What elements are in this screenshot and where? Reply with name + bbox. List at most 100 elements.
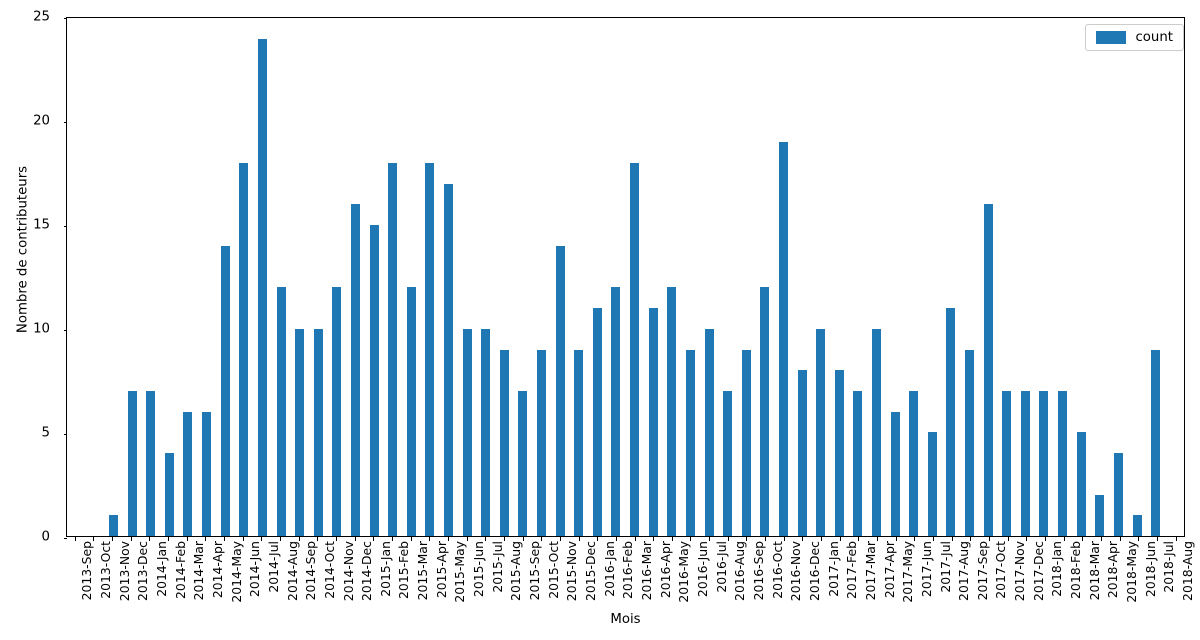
bar-slot bbox=[1146, 18, 1165, 536]
x-label-slot: 2016-Mar bbox=[626, 541, 654, 607]
x-label-slot: 2018-Aug bbox=[1167, 541, 1195, 607]
bar bbox=[648, 308, 658, 536]
bar bbox=[183, 411, 193, 536]
bar bbox=[332, 287, 342, 536]
bar-slot bbox=[1072, 18, 1091, 536]
x-label-slot: 2016-Jun bbox=[682, 541, 710, 607]
x-label-slot: 2016-Nov bbox=[775, 541, 803, 607]
bar-slot bbox=[309, 18, 328, 536]
bar-slot bbox=[811, 18, 830, 536]
x-label-slot: 2017-Oct bbox=[980, 541, 1009, 607]
bar bbox=[574, 349, 584, 536]
bar-slot bbox=[774, 18, 793, 536]
x-label-slot: 2014-Apr bbox=[197, 541, 225, 607]
bar-slot bbox=[718, 18, 737, 536]
x-label-slot: 2017-Aug bbox=[943, 541, 971, 607]
bar bbox=[127, 390, 137, 536]
bar bbox=[778, 142, 788, 536]
bar bbox=[927, 432, 937, 536]
x-label-slot: 2018-Feb bbox=[1055, 541, 1083, 607]
bar-slot bbox=[383, 18, 402, 536]
bar bbox=[965, 349, 975, 536]
bar-slot bbox=[253, 18, 272, 536]
x-label-slot: 2014-Aug bbox=[271, 541, 300, 607]
bar-slot bbox=[141, 18, 160, 536]
bar-slot bbox=[569, 18, 588, 536]
x-label-slot: 2016-Sep bbox=[738, 541, 766, 607]
bar-slot bbox=[1109, 18, 1128, 536]
bar bbox=[797, 370, 807, 536]
x-label-slot: 2017-Dec bbox=[1017, 541, 1046, 607]
y-tick-label: 0 bbox=[41, 529, 50, 545]
x-label-slot: 2013-Oct bbox=[85, 541, 113, 607]
x-label-slot: 2015-Jul bbox=[476, 541, 505, 607]
y-tick-mark bbox=[63, 226, 67, 227]
bar-slot bbox=[1091, 18, 1110, 536]
x-label-slot: 2017-Feb bbox=[831, 541, 859, 607]
x-label-slot: 2015-Feb bbox=[383, 541, 412, 607]
bar-slot bbox=[960, 18, 979, 536]
x-label-slot: 2014-Mar bbox=[178, 541, 206, 607]
bar bbox=[481, 328, 491, 536]
x-label-slot: 2014-Jul bbox=[253, 541, 281, 607]
bar bbox=[1076, 432, 1086, 536]
bar-series-count bbox=[67, 18, 1184, 536]
x-label-slot: 2015-Oct bbox=[532, 541, 561, 607]
bar-slot bbox=[272, 18, 291, 536]
bar bbox=[518, 390, 528, 536]
bar bbox=[760, 287, 770, 536]
bar-slot bbox=[942, 18, 961, 536]
bar bbox=[1113, 453, 1123, 536]
bar-slot bbox=[1016, 18, 1035, 536]
bar bbox=[537, 349, 547, 536]
x-axis-tick-labels: 2013-Sep 2013-Oct 2013-Nov 2013-Dec 2014-Jan… bbox=[66, 541, 1196, 607]
x-label-slot: 2017-Apr bbox=[868, 541, 897, 607]
bar-slot bbox=[532, 18, 551, 536]
bar bbox=[723, 390, 733, 536]
bar-slot bbox=[197, 18, 216, 536]
bar-slot bbox=[365, 18, 384, 536]
bar bbox=[872, 328, 881, 536]
bar-slot bbox=[849, 18, 868, 536]
bar-slot bbox=[179, 18, 198, 536]
plot-area bbox=[63, 17, 1185, 539]
bar bbox=[1039, 390, 1049, 536]
x-label-slot: 2015-Aug bbox=[495, 541, 524, 607]
bar bbox=[1020, 390, 1030, 536]
y-tick-mark bbox=[63, 330, 67, 331]
bar-slot bbox=[607, 18, 626, 536]
x-label-slot: 2018-Jun bbox=[1129, 541, 1158, 607]
bar-slot bbox=[328, 18, 347, 536]
bar-slot bbox=[756, 18, 775, 536]
x-label-slot: 2013-Nov bbox=[103, 541, 132, 607]
x-label-slot: 2015-May bbox=[439, 541, 468, 607]
bar-slot bbox=[495, 18, 514, 536]
bar-slot bbox=[346, 18, 365, 536]
y-tick-label: 15 bbox=[33, 217, 50, 233]
x-label-slot: 2014-Nov bbox=[327, 541, 356, 607]
bar bbox=[164, 453, 174, 536]
bar-slot bbox=[476, 18, 495, 536]
bar bbox=[1002, 390, 1012, 536]
bar-slot bbox=[439, 18, 458, 536]
legend-label-count: count bbox=[1135, 30, 1173, 45]
x-label-slot: 2016-Feb bbox=[607, 541, 636, 607]
bar bbox=[406, 287, 416, 536]
bar bbox=[741, 349, 751, 536]
bar-chart-figure: 0 5 10 15 20 25 Nombre de contributeurs 2013-… bbox=[0, 0, 1200, 640]
x-label-slot: 2018-Jul bbox=[1148, 541, 1177, 607]
x-label-slot: 2015-Dec bbox=[570, 541, 598, 607]
bar-slot bbox=[234, 18, 253, 536]
x-label-slot: 2014-Sep bbox=[290, 541, 318, 607]
bar bbox=[109, 515, 119, 536]
y-tick-label: 5 bbox=[41, 425, 50, 441]
bar-slot bbox=[830, 18, 849, 536]
bar-slot bbox=[86, 18, 105, 536]
bar bbox=[853, 390, 863, 536]
bar-slot bbox=[793, 18, 812, 536]
bar-slot bbox=[123, 18, 142, 536]
x-label-slot: 2018-May bbox=[1111, 541, 1139, 607]
bar bbox=[239, 163, 249, 536]
bar bbox=[946, 308, 956, 536]
x-label-slot: 2015-Apr bbox=[420, 541, 449, 607]
